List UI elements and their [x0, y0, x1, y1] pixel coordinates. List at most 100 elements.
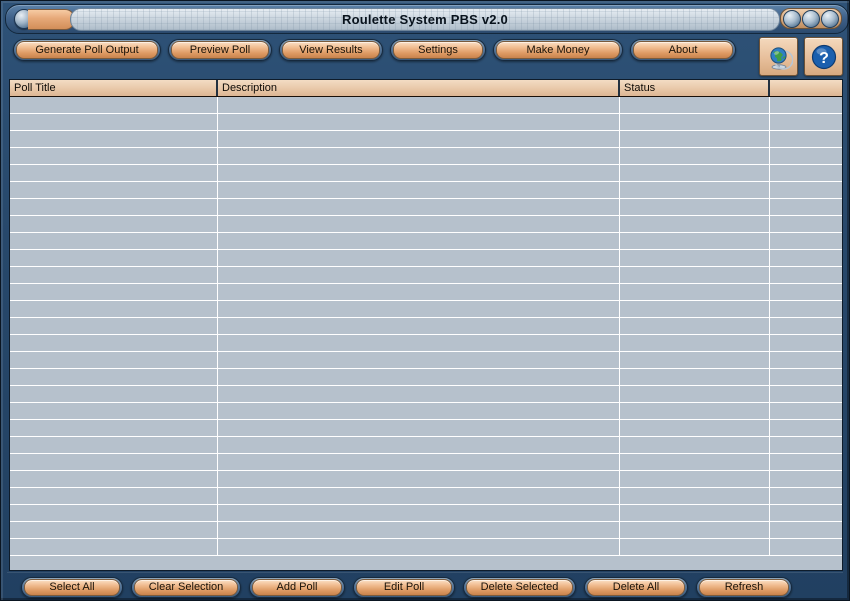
table-row[interactable]: [10, 539, 842, 556]
table-row[interactable]: [10, 471, 842, 488]
preview-poll-button[interactable]: Preview Poll: [168, 39, 272, 61]
table-cell: [10, 267, 218, 283]
edit-poll-button-face: Edit Poll: [356, 578, 452, 596]
table-cell: [218, 250, 620, 266]
table-cell: [10, 284, 218, 300]
website-button[interactable]: [759, 37, 798, 76]
table-row[interactable]: [10, 522, 842, 539]
maximize-button[interactable]: [801, 9, 820, 28]
column-header-poll-title[interactable]: Poll Title: [10, 80, 218, 96]
table-row[interactable]: [10, 505, 842, 522]
table-row[interactable]: [10, 165, 842, 182]
table-cell: [770, 267, 842, 283]
table-cell: [10, 301, 218, 317]
table-row[interactable]: [10, 420, 842, 437]
settings-button[interactable]: Settings: [390, 39, 486, 61]
table-row[interactable]: [10, 114, 842, 131]
table-row[interactable]: [10, 216, 842, 233]
table-cell: [10, 97, 218, 113]
table-row[interactable]: [10, 454, 842, 471]
table-cell: [620, 182, 770, 198]
table-cell: [10, 233, 218, 249]
toolbar-button-group: Generate Poll Output Preview Poll View Res…: [13, 39, 736, 61]
table-row[interactable]: [10, 352, 842, 369]
poll-list[interactable]: Poll Title Description Status: [9, 79, 843, 571]
generate-poll-output-button[interactable]: Generate Poll Output: [13, 39, 161, 61]
select-all-button[interactable]: Select All: [21, 576, 123, 598]
table-cell: [620, 369, 770, 385]
table-cell: [620, 97, 770, 113]
table-cell: [218, 454, 620, 470]
refresh-button[interactable]: Refresh: [696, 576, 792, 598]
table-row[interactable]: [10, 403, 842, 420]
make-money-button[interactable]: Make Money: [493, 39, 623, 61]
table-cell: [770, 539, 842, 555]
table-cell: [218, 335, 620, 351]
table-cell: [218, 471, 620, 487]
select-all-button-face: Select All: [24, 578, 120, 596]
table-row[interactable]: [10, 97, 842, 114]
table-cell: [218, 437, 620, 453]
table-cell: [620, 352, 770, 368]
table-cell: [218, 522, 620, 538]
table-cell: [218, 165, 620, 181]
table-row[interactable]: [10, 199, 842, 216]
table-cell: [620, 301, 770, 317]
column-header-description[interactable]: Description: [218, 80, 620, 96]
table-row[interactable]: [10, 284, 842, 301]
add-poll-button[interactable]: Add Poll: [249, 576, 345, 598]
delete-all-button-label: Delete All: [612, 581, 660, 593]
table-cell: [620, 539, 770, 555]
table-cell: [10, 488, 218, 504]
preview-poll-button-face: Preview Poll: [171, 41, 269, 59]
table-cell: [218, 403, 620, 419]
table-row[interactable]: [10, 250, 842, 267]
delete-all-button[interactable]: Delete All: [584, 576, 688, 598]
table-cell: [218, 386, 620, 402]
table-row[interactable]: [10, 386, 842, 403]
bottom-button-group: Select All Clear Selection Add Poll Edit Po…: [5, 575, 847, 599]
table-row[interactable]: [10, 267, 842, 284]
table-body[interactable]: [10, 97, 842, 570]
table-cell: [10, 454, 218, 470]
table-cell: [218, 352, 620, 368]
close-button[interactable]: [820, 9, 839, 28]
table-cell: [10, 216, 218, 232]
table-row[interactable]: [10, 301, 842, 318]
delete-selected-button[interactable]: Delete Selected: [463, 576, 576, 598]
refresh-button-face: Refresh: [699, 578, 789, 596]
table-cell: [620, 318, 770, 334]
table-row[interactable]: [10, 369, 842, 386]
help-button[interactable]: ?: [804, 37, 843, 76]
toolbar-icon-group: ?: [759, 37, 843, 76]
table-row[interactable]: [10, 335, 842, 352]
table-cell: [620, 471, 770, 487]
about-button[interactable]: About: [630, 39, 736, 61]
table-cell: [10, 420, 218, 436]
view-results-button-face: View Results: [282, 41, 380, 59]
table-row[interactable]: [10, 437, 842, 454]
view-results-button-label: View Results: [299, 44, 363, 56]
table-row[interactable]: [10, 131, 842, 148]
table-cell: [218, 267, 620, 283]
svg-text:?: ?: [819, 50, 829, 67]
table-cell: [620, 505, 770, 521]
table-cell: [770, 148, 842, 164]
table-row[interactable]: [10, 318, 842, 335]
column-header-blank[interactable]: [770, 80, 842, 96]
view-results-button[interactable]: View Results: [279, 39, 383, 61]
column-header-status[interactable]: Status: [620, 80, 770, 96]
add-poll-button-face: Add Poll: [252, 578, 342, 596]
table-row[interactable]: [10, 488, 842, 505]
table-cell: [770, 522, 842, 538]
minimize-button[interactable]: [783, 9, 802, 28]
about-button-face: About: [633, 41, 733, 59]
clear-selection-button[interactable]: Clear Selection: [131, 576, 241, 598]
add-poll-button-label: Add Poll: [276, 581, 318, 593]
table-cell: [620, 335, 770, 351]
table-row[interactable]: [10, 182, 842, 199]
table-row[interactable]: [10, 233, 842, 250]
table-row[interactable]: [10, 148, 842, 165]
edit-poll-button[interactable]: Edit Poll: [353, 576, 455, 598]
application-window: Roulette System PBS v2.0 Generate Poll O…: [0, 0, 850, 601]
